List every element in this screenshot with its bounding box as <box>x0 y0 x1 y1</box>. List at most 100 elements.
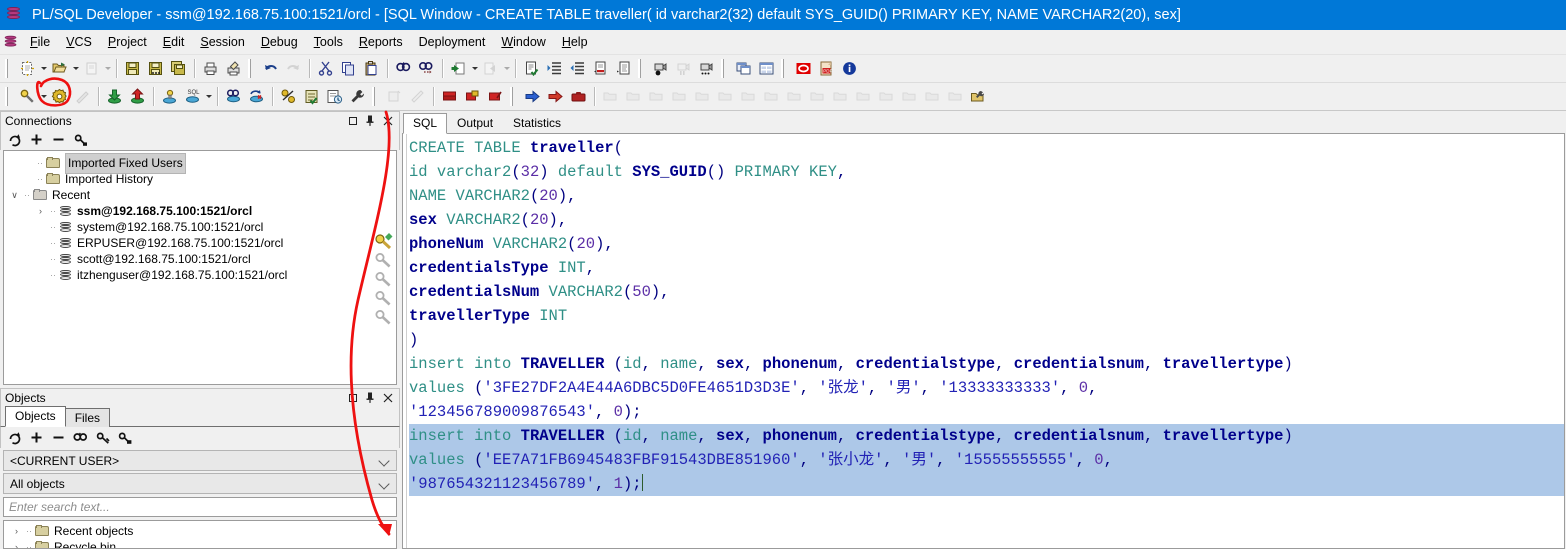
tab-sql[interactable]: SQL <box>403 113 448 134</box>
objects-tree[interactable]: › ·· Recent objects › ·· Recycle bin <box>3 520 397 549</box>
sql-code-line[interactable]: credentialsType INT, <box>409 256 1564 280</box>
sql-code-line[interactable]: travellerType INT <box>409 304 1564 328</box>
record-macro-icon[interactable] <box>649 58 672 80</box>
find-icon[interactable] <box>392 58 415 80</box>
objects-find-icon[interactable] <box>73 430 88 445</box>
explain-plan-icon[interactable] <box>16 86 39 108</box>
session-history-icon[interactable] <box>323 86 346 108</box>
rollback-icon[interactable] <box>245 86 268 108</box>
print-setup-icon[interactable] <box>222 58 245 80</box>
connection-tree-item[interactable]: ·· scott@192.168.75.100:1521/orcl <box>4 251 396 267</box>
menu-reports[interactable]: Reports <box>351 32 411 52</box>
chevron-down-icon[interactable]: ∨ <box>8 190 21 201</box>
objects-pin-icon[interactable] <box>364 392 375 403</box>
objects-filter-icon[interactable] <box>95 430 110 445</box>
add-icon[interactable] <box>29 132 44 147</box>
objects-add-icon[interactable] <box>29 430 44 445</box>
sql-code-line[interactable]: sex VARCHAR2(20), <box>409 208 1564 232</box>
sql-code-line[interactable]: CREATE TABLE traveller( <box>409 136 1564 160</box>
sql-editor[interactable]: CREATE TABLE traveller(id varchar2(32) d… <box>402 133 1565 549</box>
tab-statistics[interactable]: Statistics <box>503 114 572 133</box>
menu-debug[interactable]: Debug <box>253 32 306 52</box>
toolbar-grip[interactable] <box>5 59 13 78</box>
sql-code-content[interactable]: CREATE TABLE traveller(id varchar2(32) d… <box>403 134 1564 496</box>
menu-session[interactable]: Session <box>192 32 252 52</box>
objects-close-icon[interactable] <box>382 392 393 403</box>
chevron-right-icon[interactable]: › <box>34 206 47 216</box>
cascade-windows-icon[interactable] <box>732 58 755 80</box>
menu-vcs[interactable]: VCS <box>58 32 100 52</box>
sql-code-line[interactable]: credentialsNum VARCHAR2(50), <box>409 280 1564 304</box>
syntax-check-icon[interactable] <box>520 58 543 80</box>
copy-icon[interactable] <box>337 58 360 80</box>
export-icon[interactable] <box>126 86 149 108</box>
uncomment-icon[interactable] <box>612 58 635 80</box>
toolbar2-grip[interactable] <box>5 87 13 106</box>
sql-code-line[interactable]: id varchar2(32) default SYS_GUID() PRIMA… <box>409 160 1564 184</box>
menu-tools[interactable]: Tools <box>306 32 351 52</box>
toolbar-grip-5[interactable] <box>781 59 789 78</box>
objects-folder-filter-icon[interactable] <box>117 430 132 445</box>
objects-refresh-icon[interactable] <box>7 430 22 445</box>
toolbar-grip-4[interactable] <box>721 59 729 78</box>
oracle-icon[interactable] <box>792 58 815 80</box>
paste-icon[interactable] <box>360 58 383 80</box>
save-all-icon[interactable] <box>167 58 190 80</box>
object-type-select[interactable]: All objects <box>3 473 397 494</box>
sql-code-line[interactable]: ) <box>409 328 1564 352</box>
explain-plan-dropdown[interactable] <box>39 86 48 108</box>
commit-icon[interactable] <box>222 86 245 108</box>
save-icon[interactable] <box>121 58 144 80</box>
objects-remove-icon[interactable] <box>51 430 66 445</box>
sql-code-line[interactable]: NAME VARCHAR2(20), <box>409 184 1564 208</box>
tab-output[interactable]: Output <box>447 114 504 133</box>
run-script-icon[interactable] <box>544 86 567 108</box>
tab-files[interactable]: Files <box>64 408 111 427</box>
sql-code-line[interactable]: '123456789009876543', 0); <box>409 400 1564 424</box>
connections-tree[interactable]: ·· Imported Fixed Users ·· Imported History… <box>3 150 397 385</box>
object-tree-item[interactable]: › ·· Recycle bin <box>4 539 396 548</box>
objects-restore-icon[interactable] <box>349 393 357 402</box>
connection-tree-item[interactable]: ·· ERPUSER@192.168.75.100:1521/orcl <box>4 235 396 251</box>
connection-tree-item[interactable]: ·· system@192.168.75.100:1521/orcl <box>4 219 396 235</box>
tab-objects[interactable]: Objects <box>5 406 66 427</box>
find-next-icon[interactable] <box>415 58 438 80</box>
menu-deployment[interactable]: Deployment <box>411 32 494 52</box>
objects-search-input[interactable]: Enter search text... <box>3 497 397 517</box>
connection-tree-item[interactable]: ∨ ·· Recent <box>4 187 396 203</box>
previous-window-icon[interactable] <box>447 58 470 80</box>
import-icon[interactable] <box>103 86 126 108</box>
breakpoint-icon[interactable] <box>438 86 461 108</box>
connection-tree-item[interactable]: ·· itzhenguser@192.168.75.100:1521/orcl <box>4 267 396 283</box>
play-macro-icon[interactable] <box>695 58 718 80</box>
chevron-right-icon[interactable]: › <box>10 526 23 536</box>
about-info-icon[interactable] <box>838 58 861 80</box>
sql-template-dropdown[interactable] <box>204 86 213 108</box>
sql-code-line[interactable]: '987654321123456789', 1); <box>409 472 1564 496</box>
toolbar-grip-3[interactable] <box>638 59 646 78</box>
restore-icon[interactable] <box>349 116 357 125</box>
menu-file[interactable]: File <box>22 32 58 52</box>
connection-tree-item[interactable]: ·· Imported History <box>4 171 396 187</box>
settings-gear-icon[interactable] <box>48 86 71 108</box>
edit-connection-icon[interactable] <box>73 132 88 147</box>
new-document-dropdown[interactable] <box>39 58 48 80</box>
object-tree-item[interactable]: › ·· Recent objects <box>4 523 396 539</box>
comment-icon[interactable] <box>589 58 612 80</box>
run-icon[interactable] <box>521 86 544 108</box>
sql-code-line[interactable]: values ('3FE27DF2A4E44A6DBC5D0FE4651D3D3… <box>409 376 1564 400</box>
pin-icon[interactable] <box>364 115 375 126</box>
new-document-icon[interactable] <box>16 58 39 80</box>
breakpoint-add-icon[interactable] <box>461 86 484 108</box>
toolbar-grip-2[interactable] <box>248 59 256 78</box>
pdf-export-icon[interactable]: PDF <box>815 58 838 80</box>
tools-wrench-icon[interactable] <box>346 86 369 108</box>
connection-tree-item[interactable]: ·· Imported Fixed Users <box>4 152 396 174</box>
open-folder-dropdown[interactable] <box>71 58 80 80</box>
close-icon[interactable] <box>382 115 393 126</box>
new-sql-window-icon[interactable] <box>158 86 181 108</box>
cut-icon[interactable] <box>314 58 337 80</box>
menu-project[interactable]: Project <box>100 32 155 52</box>
task-list-icon[interactable] <box>300 86 323 108</box>
undo-icon[interactable] <box>259 58 282 80</box>
